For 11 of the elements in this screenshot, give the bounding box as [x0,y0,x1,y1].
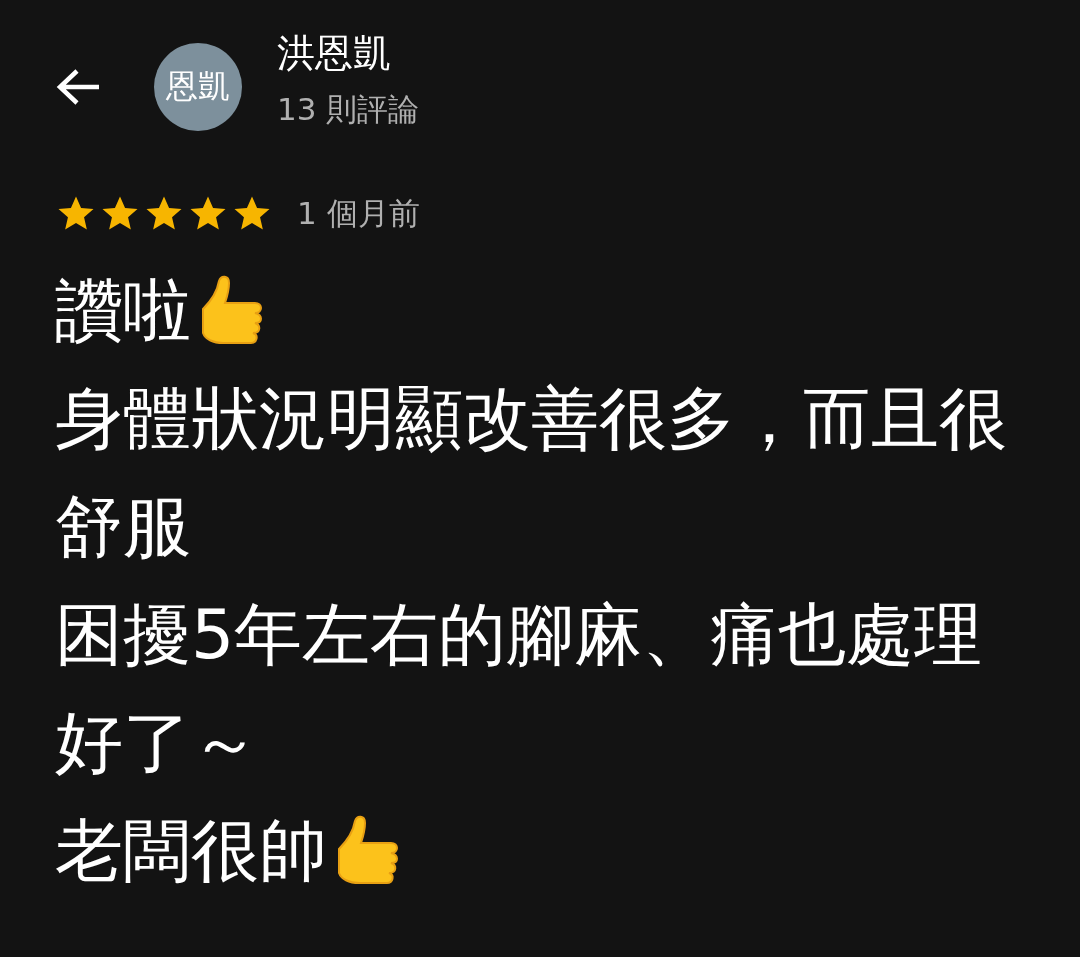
review-text: 讚啦 [55,269,191,352]
avatar[interactable]: 恩凱 [154,42,242,131]
review-time: 1 個月前 [297,194,420,233]
review-text: 好了～ [55,701,259,784]
review-text: 困擾5年左右的腳麻、痛也處理 [55,593,983,676]
review-count: 13 則評論 [277,90,420,129]
review-text: 身體狀況明顯改善很多，而且很 [55,377,1007,460]
review-text: 舒服 [55,485,191,568]
back-arrow-icon[interactable] [55,66,101,107]
review-text: 老闆很帥 [55,809,327,892]
reviewer-name: 洪恩凱 [277,30,392,77]
